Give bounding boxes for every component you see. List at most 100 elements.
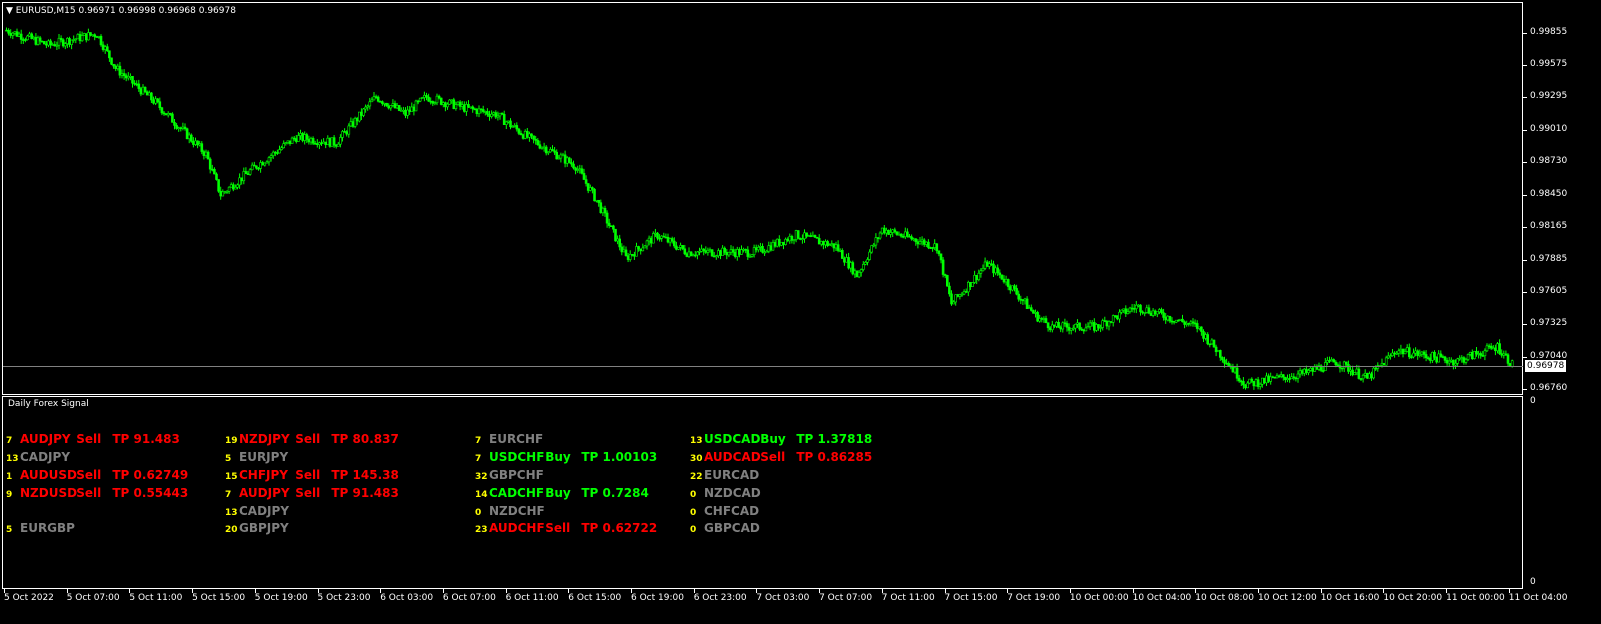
candle-body xyxy=(385,102,388,107)
candle-body xyxy=(1487,345,1491,348)
candle-body xyxy=(93,34,96,37)
candle-body xyxy=(1305,368,1308,373)
candle-body xyxy=(662,235,666,238)
candle-body xyxy=(1237,377,1241,382)
candle-body xyxy=(1164,317,1167,321)
candle-body xyxy=(47,40,50,46)
candle-body xyxy=(1233,367,1237,373)
candle-body xyxy=(288,140,292,144)
candle-body xyxy=(101,44,105,50)
price-label: 0.99010 xyxy=(1530,124,1568,135)
candle-body xyxy=(221,191,225,197)
price-tick xyxy=(1523,97,1527,99)
signal-count: 0 xyxy=(475,508,482,518)
candle-body xyxy=(290,137,294,144)
candle-body xyxy=(1202,331,1205,339)
candle-body xyxy=(1105,321,1109,327)
candle-body xyxy=(544,146,548,154)
candle-body xyxy=(66,38,69,44)
candle-body xyxy=(206,151,210,160)
candle-body xyxy=(1370,373,1373,379)
candle-body xyxy=(1221,357,1224,361)
signal-action: Sell xyxy=(76,486,102,500)
candle-body xyxy=(1235,367,1239,379)
candle-body xyxy=(952,301,955,305)
candle-body xyxy=(488,114,491,117)
time-label: 6 Oct 03:00 xyxy=(380,593,434,603)
candle-body xyxy=(513,125,517,127)
candle-body xyxy=(383,102,386,105)
candle-body xyxy=(807,235,811,237)
candle-body xyxy=(1156,311,1159,315)
candle-body xyxy=(137,83,141,89)
candle-body xyxy=(68,38,71,45)
candle-body xyxy=(861,264,865,270)
candle-body xyxy=(169,113,172,115)
candle-body xyxy=(752,247,756,255)
signal-row-nzdchf: 0 NZDCHF xyxy=(475,504,545,518)
candle-body xyxy=(307,139,311,143)
candle-body xyxy=(320,142,323,145)
signal-action: Buy xyxy=(545,450,571,464)
signal-row-gbpjpy: 20GBPJPY xyxy=(225,521,291,535)
candle-body xyxy=(620,246,624,253)
candle-body xyxy=(1128,307,1132,312)
candle-body xyxy=(1489,345,1493,349)
candle-body xyxy=(735,249,739,257)
candle-body xyxy=(1441,356,1445,358)
time-label: 7 Oct 11:00 xyxy=(881,593,935,603)
candle-body xyxy=(372,96,376,101)
candle-body xyxy=(458,101,462,107)
candle-body xyxy=(85,33,88,41)
candle-body xyxy=(36,37,40,45)
signal-symbol: USDCHF xyxy=(489,450,545,464)
signal-action: Sell xyxy=(76,432,102,446)
candle-body xyxy=(234,187,237,190)
candle-body xyxy=(1030,307,1033,311)
price-label: 0.97885 xyxy=(1530,253,1568,264)
candle-body xyxy=(935,243,939,252)
candle-body xyxy=(941,259,945,275)
candle-body xyxy=(433,102,437,105)
signal-row-gbpcad: 0 GBPCAD xyxy=(690,521,760,535)
candle-body xyxy=(943,274,947,276)
candle-body xyxy=(559,154,563,159)
candle-body xyxy=(301,133,304,141)
candle-body xyxy=(1328,360,1331,362)
candle-body xyxy=(597,199,601,203)
time-label: 10 Oct 04:00 xyxy=(1132,593,1192,603)
candle-body xyxy=(614,228,617,242)
time-label: 6 Oct 07:00 xyxy=(442,593,496,603)
candle-body xyxy=(645,240,649,247)
candle-body xyxy=(895,231,899,235)
candle-body xyxy=(918,241,922,245)
signal-row-eurgbp: 5 EURGBP xyxy=(6,521,75,535)
candle-body xyxy=(1384,357,1388,366)
candle-body xyxy=(1485,345,1489,352)
candle-body xyxy=(885,229,888,234)
candle-body xyxy=(124,75,128,79)
candle-body xyxy=(782,241,785,245)
candle-body xyxy=(1393,352,1396,355)
signal-count: 15 xyxy=(225,472,238,482)
candle-body xyxy=(1479,353,1482,356)
signal-row-chfjpy: 15CHFJPY Sell TP 145.38 xyxy=(225,468,399,482)
candle-body xyxy=(171,113,174,123)
signal-row-eurcad: 22EURCAD xyxy=(690,468,759,482)
candle-body xyxy=(120,73,124,76)
candle-body xyxy=(1082,329,1086,332)
candle-body xyxy=(7,29,10,34)
candle-body xyxy=(1044,318,1048,324)
dropdown-triangle-icon[interactable]: ▼ xyxy=(6,6,16,16)
candle-body xyxy=(198,143,201,146)
candle-body xyxy=(1435,356,1438,363)
signal-tp: TP 0.62722 xyxy=(581,521,658,535)
candle-body xyxy=(1418,353,1422,356)
candle-body xyxy=(103,46,107,50)
signal-row-usdchf: 7 USDCHF Buy TP 1.00103 xyxy=(475,450,657,464)
candle-body xyxy=(679,245,682,248)
candle-body xyxy=(1389,355,1392,357)
candle-body xyxy=(1466,354,1470,360)
candle-body xyxy=(784,238,787,245)
candle-body xyxy=(561,154,565,157)
